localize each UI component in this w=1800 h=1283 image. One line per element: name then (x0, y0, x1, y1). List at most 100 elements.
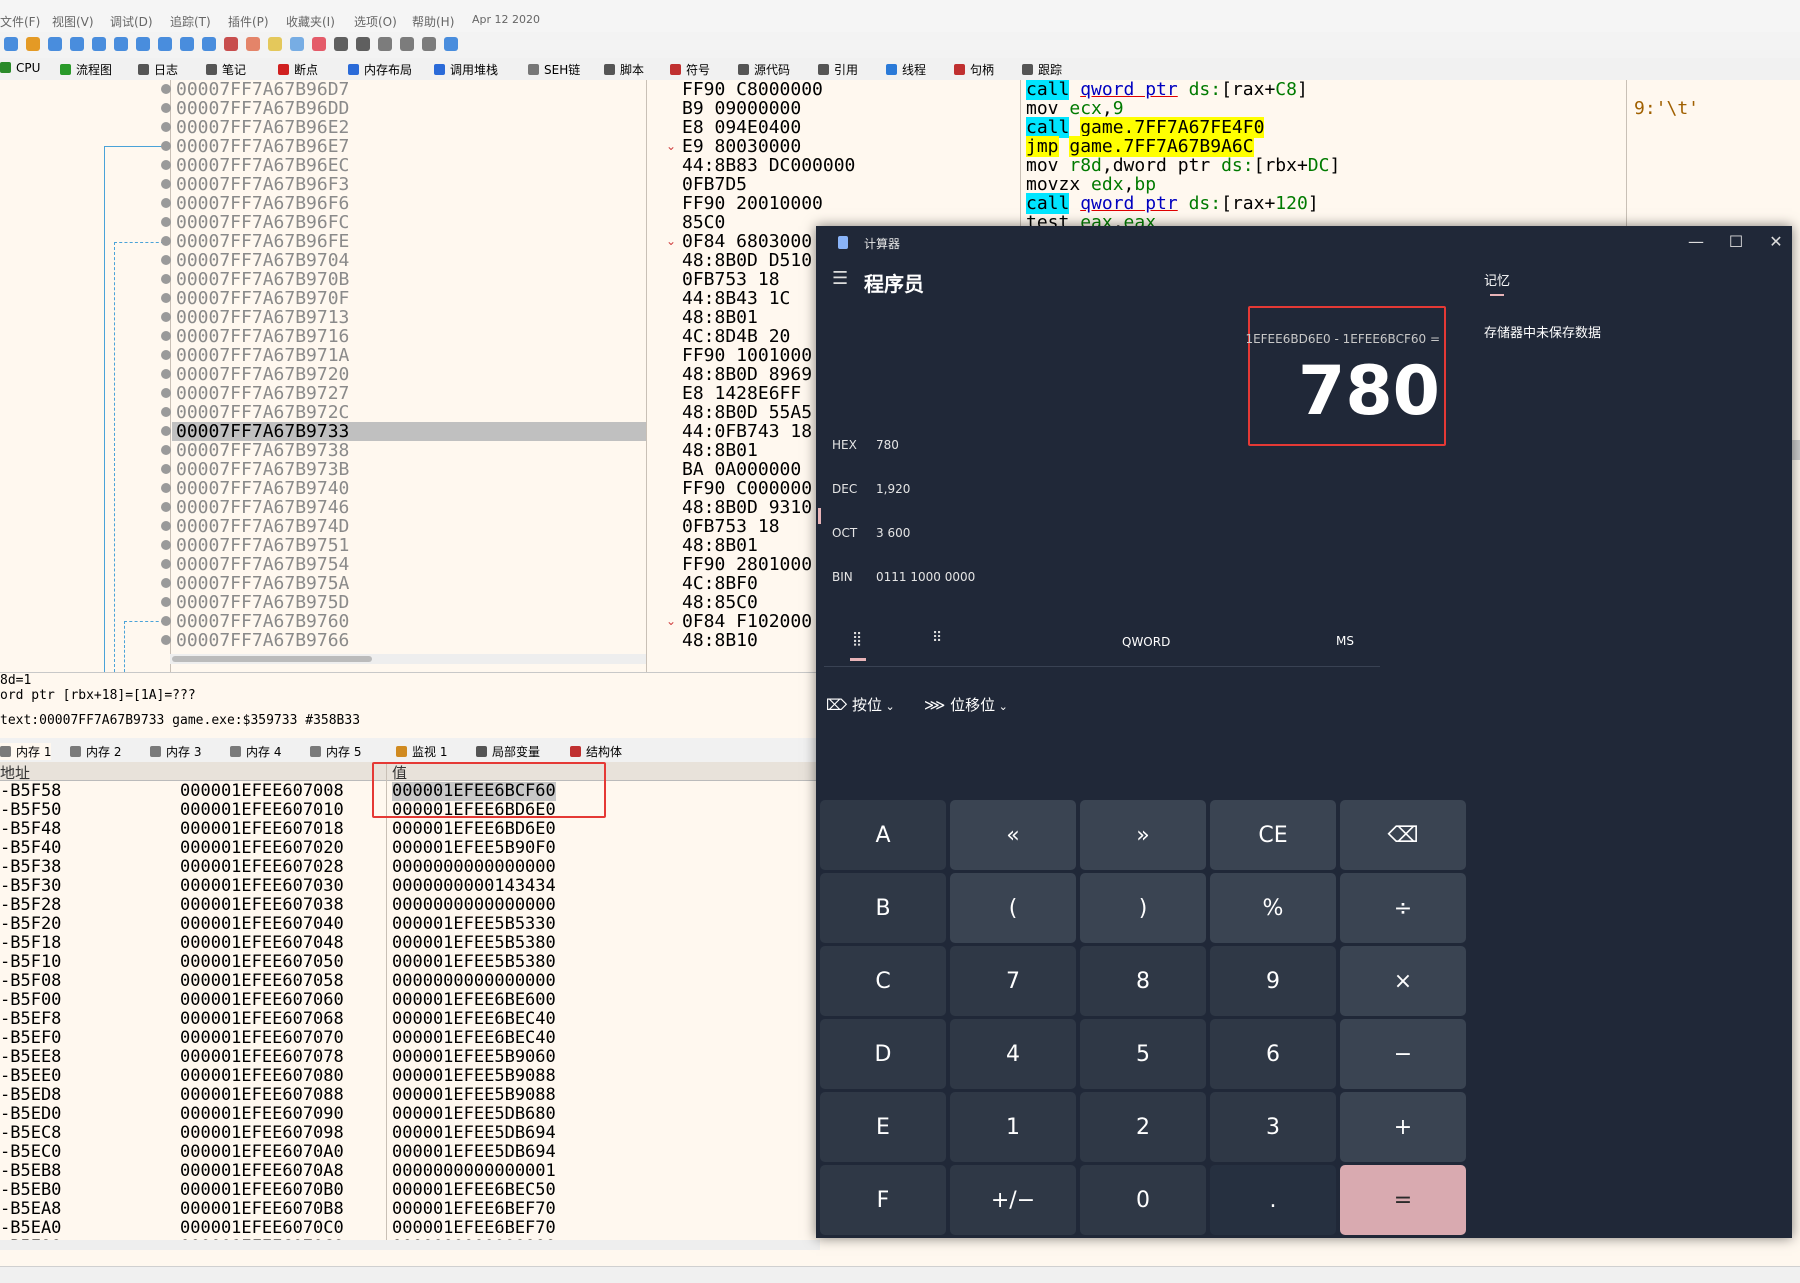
breakpoint-dot[interactable] (161, 502, 171, 512)
menu-item[interactable]: 调试(D) (110, 13, 153, 30)
menu-item[interactable]: 文件(F) (0, 13, 40, 30)
memory-row[interactable]: -B5EB8 000001EFEE6070A8 0000000000000001 (0, 1162, 820, 1181)
disasm-address[interactable]: 00007FF7A67B973B (176, 460, 349, 479)
toolbar-icon[interactable] (158, 37, 172, 51)
memory-tab-4[interactable]: 内存 5 (310, 743, 361, 760)
memory-tab-5[interactable]: 监视 1 (396, 743, 447, 760)
menu-item[interactable]: 收藏夹(I) (286, 13, 335, 30)
memory-tab-6[interactable]: 局部变量 (476, 743, 540, 760)
breakpoint-dot[interactable] (161, 312, 171, 322)
key-7[interactable]: 7 (950, 946, 1076, 1016)
horizontal-scrollbar[interactable] (170, 654, 646, 664)
toolbar-icon[interactable] (92, 37, 106, 51)
memory-row[interactable]: -B5F10 000001EFEE607050 000001EFEE5B5380 (0, 953, 820, 972)
tab-4[interactable]: 断点 (278, 61, 318, 78)
breakpoint-dot[interactable] (161, 521, 171, 531)
tab-7[interactable]: SEH链 (528, 61, 580, 78)
menu-item[interactable]: 帮助(H) (412, 13, 454, 30)
disasm-bytes[interactable]: 48:85C0 (682, 593, 758, 612)
memory-tab-7[interactable]: 结构体 (570, 743, 622, 760)
disasm-bytes[interactable]: B9 09000000 (682, 99, 801, 118)
bit-toggle-keypad-icon[interactable]: ⠿ (932, 630, 942, 646)
key-d[interactable]: D (820, 1019, 946, 1089)
disasm-bytes[interactable]: 48:8B10 (682, 631, 758, 650)
disasm-address[interactable]: 00007FF7A67B972C (176, 403, 349, 422)
tab-13[interactable]: 句柄 (954, 61, 994, 78)
memory-tab[interactable]: 记忆 (1484, 270, 1510, 289)
close-button[interactable]: ✕ (1756, 232, 1796, 251)
disasm-instruction[interactable]: call game.7FF7A67FE4F0 (1026, 117, 1265, 138)
disasm-bytes[interactable]: FF90 C8000000 (682, 80, 823, 99)
key-6[interactable]: 6 (1210, 1019, 1336, 1089)
breakpoint-dot[interactable] (161, 483, 171, 493)
disasm-bytes[interactable]: 44:8B43 1C (682, 289, 790, 308)
tab-5[interactable]: 内存布局 (348, 61, 412, 78)
toolbar-icon[interactable] (444, 37, 458, 51)
breakpoint-dot[interactable] (161, 255, 171, 265)
disasm-address[interactable]: 00007FF7A67B9720 (176, 365, 349, 384)
breakpoint-dot[interactable] (161, 616, 171, 626)
toolbar-icon[interactable] (378, 37, 392, 51)
breakpoint-dot[interactable] (161, 540, 171, 550)
toolbar-icon[interactable] (48, 37, 62, 51)
disasm-bytes[interactable]: 44:0FB743 18 (682, 422, 812, 441)
disasm-address[interactable]: 00007FF7A67B9746 (176, 498, 349, 517)
disasm-address[interactable]: 00007FF7A67B9760 (176, 612, 349, 631)
breakpoint-dot[interactable] (161, 84, 171, 94)
breakpoint-dot[interactable] (161, 331, 171, 341)
toolbar-icon[interactable] (268, 37, 282, 51)
disasm-address[interactable]: 00007FF7A67B971A (176, 346, 349, 365)
disasm-address[interactable]: 00007FF7A67B96E2 (176, 118, 349, 137)
memory-row[interactable]: -B5F08 000001EFEE607058 0000000000000000 (0, 972, 820, 991)
disasm-instruction[interactable]: movzx edx,bp (1026, 175, 1156, 194)
calculator-window[interactable]: 计算器 — ☐ ✕ ☰ 程序员 记忆 存储器中未保存数据 1EFEE6BD6E0… (816, 226, 1792, 1238)
disasm-address[interactable]: 00007FF7A67B9751 (176, 536, 349, 555)
disasm-address[interactable]: 00007FF7A67B9733 (176, 422, 349, 441)
disasm-instruction[interactable]: jmp game.7FF7A67B9A6C (1026, 136, 1254, 157)
memory-row[interactable]: -B5EB0 000001EFEE6070B0 000001EFEE6BEC50 (0, 1181, 820, 1200)
disasm-bytes[interactable]: 48:8B0D 55A5 (682, 403, 812, 422)
key-9[interactable]: 9 (1210, 946, 1336, 1016)
memory-row[interactable]: -B5EF0 000001EFEE607070 000001EFEE6BEC40 (0, 1029, 820, 1048)
breakpoint-dot[interactable] (161, 141, 171, 151)
disasm-address[interactable]: 00007FF7A67B975A (176, 574, 349, 593)
memory-dump-pane[interactable]: 地址 值 -B5F58 000001EFEE607008 000001EFEE6BC… (0, 762, 820, 1250)
full-keypad-icon[interactable]: ⣿ (852, 631, 862, 647)
tab-0[interactable]: CPU (0, 61, 40, 75)
minimize-button[interactable]: — (1676, 232, 1716, 251)
breakpoint-dot[interactable] (161, 122, 171, 132)
disasm-address[interactable]: 00007FF7A67B970B (176, 270, 349, 289)
key-decimal[interactable]: . (1210, 1165, 1336, 1235)
disasm-bytes[interactable]: FF90 2801000 (682, 555, 812, 574)
word-size-button[interactable]: QWORD (1122, 635, 1170, 649)
memory-row[interactable]: -B5F40 000001EFEE607020 000001EFEE5B90F0 (0, 839, 820, 858)
disasm-address[interactable]: 00007FF7A67B970F (176, 289, 349, 308)
disasm-address[interactable]: 00007FF7A67B96F6 (176, 194, 349, 213)
radix-row-hex[interactable]: HEX 780 (832, 438, 899, 452)
disasm-bytes[interactable]: 48:8B01 (682, 441, 758, 460)
memory-row[interactable]: -B5ED8 000001EFEE607088 000001EFEE5B9088 (0, 1086, 820, 1105)
disasm-address[interactable]: 00007FF7A67B96F3 (176, 175, 349, 194)
horizontal-scrollbar[interactable] (0, 1240, 820, 1250)
disasm-address[interactable]: 00007FF7A67B9738 (176, 441, 349, 460)
key-add[interactable]: + (1340, 1092, 1466, 1162)
key-2[interactable]: 2 (1080, 1092, 1206, 1162)
breakpoint-dot[interactable] (161, 388, 171, 398)
toolbar-icon[interactable] (70, 37, 84, 51)
memory-row[interactable]: -B5F28 000001EFEE607038 0000000000000000 (0, 896, 820, 915)
toolbar-icon[interactable] (290, 37, 304, 51)
disasm-bytes[interactable]: 0F84 F102000 (682, 612, 812, 631)
key-close-paren[interactable]: ) (1080, 873, 1206, 943)
radix-row-dec[interactable]: DEC 1,920 (832, 482, 910, 496)
key-e[interactable]: E (820, 1092, 946, 1162)
key-negate[interactable]: +/− (950, 1165, 1076, 1235)
key-5[interactable]: 5 (1080, 1019, 1206, 1089)
radix-row-bin[interactable]: BIN 0111 1000 0000 (832, 570, 975, 584)
breakpoint-dot[interactable] (161, 559, 171, 569)
menu-item[interactable]: 视图(V) (52, 13, 94, 30)
toolbar-icon[interactable] (224, 37, 238, 51)
disasm-address[interactable]: 00007FF7A67B9766 (176, 631, 349, 650)
disasm-address[interactable]: 00007FF7A67B974D (176, 517, 349, 536)
tab-6[interactable]: 调用堆栈 (434, 61, 498, 78)
breakpoint-dot[interactable] (161, 350, 171, 360)
